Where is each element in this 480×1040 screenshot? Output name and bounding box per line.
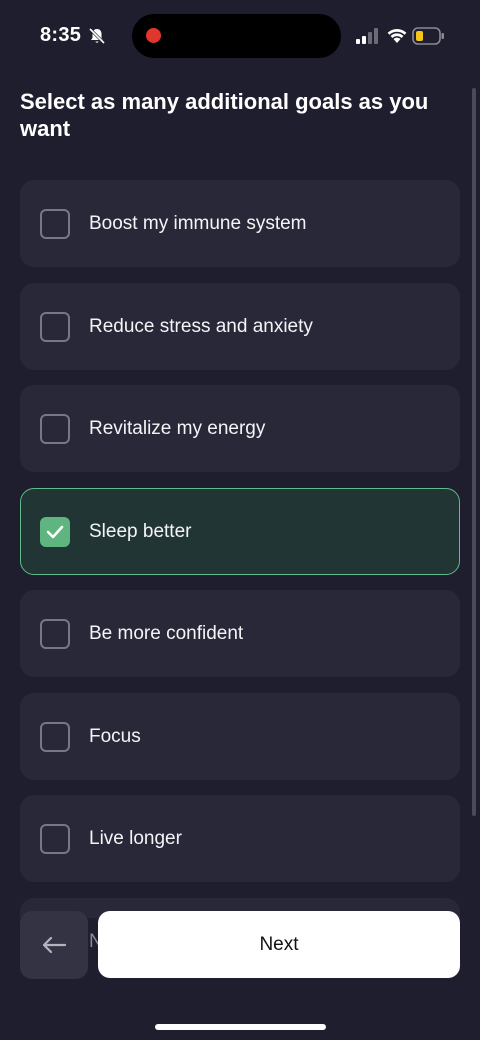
goal-option-label: Live longer [89,828,182,849]
back-button[interactable] [20,911,88,979]
goal-option-label: Sleep better [89,520,192,542]
goal-option-immune[interactable]: Boost my immune system [20,180,460,267]
recording-indicator-icon [146,28,161,43]
checkbox[interactable] [40,619,70,649]
status-bar: 8:35 [0,0,480,72]
signal-icon [356,28,380,44]
checkmark-icon [46,525,64,538]
goal-option-stress[interactable]: Reduce stress and anxiety [20,282,460,370]
scrollbar[interactable] [472,88,476,816]
goal-option-sleep[interactable]: Sleep better [20,487,460,575]
status-time: 8:35 [40,24,82,46]
arrow-left-icon [42,936,67,954]
checkbox[interactable] [40,209,70,239]
checkbox[interactable] [40,311,70,342]
battery-low-icon [412,27,445,45]
checkbox-checked[interactable] [40,516,70,547]
goal-option-label: Be more confident [89,623,244,644]
checkbox[interactable] [40,721,70,752]
home-indicator[interactable] [155,1024,326,1030]
goal-option-focus[interactable]: Focus [20,692,460,780]
bell-slash-icon [88,27,106,45]
goal-option-label: Revitalize my energy [89,418,266,439]
next-button[interactable]: Next [98,911,460,978]
dynamic-island [132,14,341,58]
goal-option-label: Focus [89,725,141,747]
goal-options-list: Boost my immune system Reduce stress and… [20,180,460,898]
checkbox[interactable] [40,824,70,854]
goals-screen: 8:35 Select as many additional goals as … [0,0,480,1040]
goal-option-live-longer[interactable]: Live longer [20,795,460,882]
goal-option-label: Reduce stress and anxiety [89,315,313,337]
wifi-icon [386,26,408,44]
goal-option-energy[interactable]: Revitalize my energy [20,385,460,472]
goal-option-label: Boost my immune system [89,213,307,234]
page-title: Select as many additional goals as you w… [20,89,429,141]
checkbox[interactable] [40,414,70,444]
goal-option-confident[interactable]: Be more confident [20,590,460,677]
